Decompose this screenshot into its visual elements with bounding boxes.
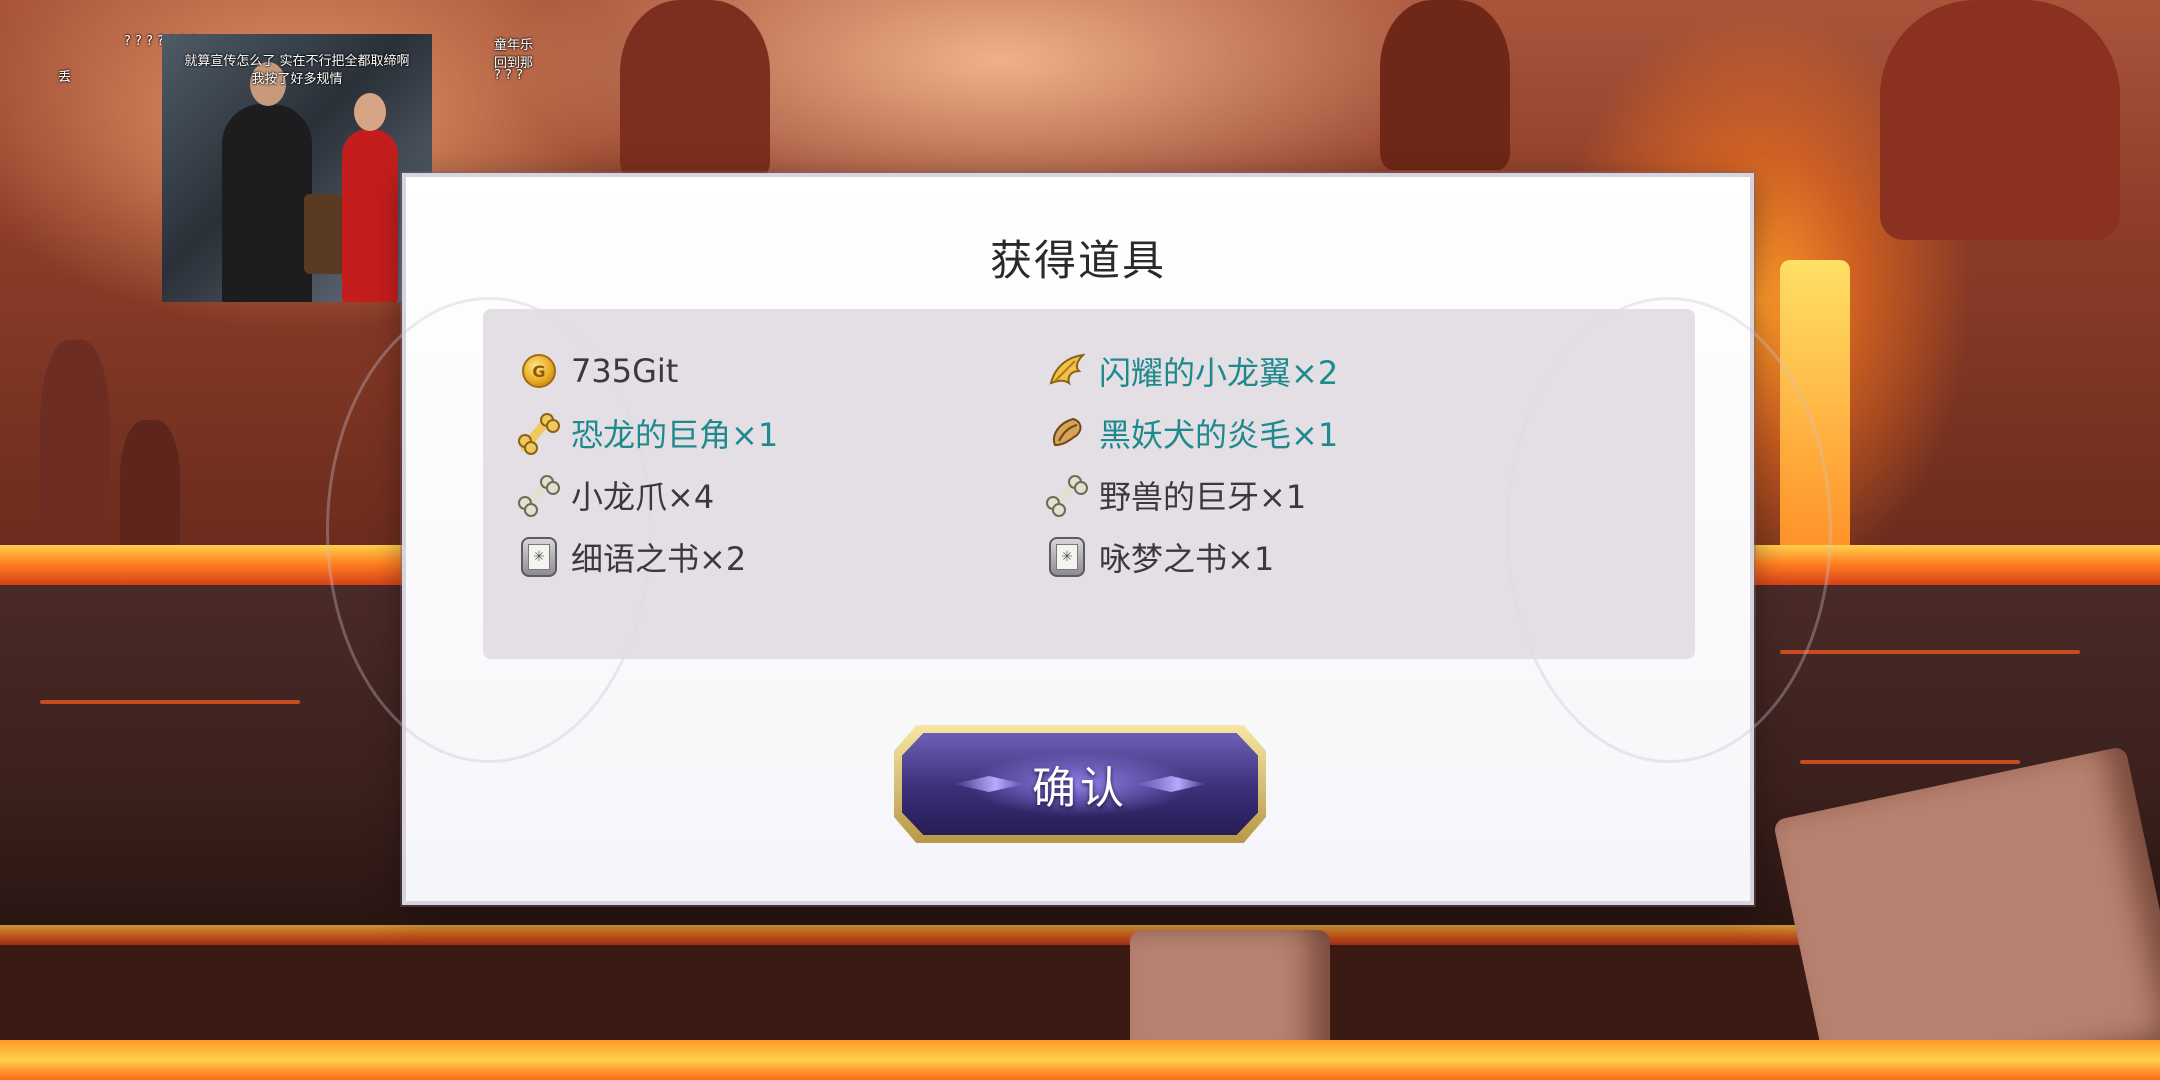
- video-person: [222, 62, 312, 302]
- reward-item-dragon-wing: 闪耀的小龙翼×2: [1045, 347, 1338, 395]
- reward-item-label: 咏梦之书×1: [1099, 540, 1275, 578]
- danmaku-comment: 丢: [58, 70, 72, 85]
- lava-crack: [1780, 650, 2080, 654]
- bone-claw-icon: [517, 473, 561, 517]
- confirm-button[interactable]: 确认: [894, 725, 1266, 843]
- book-icon: ✳: [1045, 535, 1089, 579]
- reward-item-dragon-claw: 小龙爪×4: [517, 471, 714, 519]
- danmaku-comment: 童年乐: [494, 38, 534, 53]
- reward-item-label: 细语之书×2: [571, 540, 747, 578]
- bone-fang-icon: [1045, 473, 1089, 517]
- reward-item-hound-fur: 黑妖犬的炎毛×1: [1045, 409, 1338, 457]
- reward-item-label: 小龙爪×4: [571, 478, 715, 516]
- danmaku-comment: ? ? ?: [494, 68, 523, 83]
- rock-pillar: [620, 0, 770, 180]
- reward-item-dino-horn: 恐龙的巨角×1: [517, 409, 778, 457]
- confirm-button-label: 确认: [1032, 763, 1128, 814]
- book-icon: ✳: [517, 535, 561, 579]
- rock-pillar: [1380, 0, 1510, 170]
- video-subtitle: 我按了好多规情: [251, 72, 343, 87]
- gold-coin-icon: G: [517, 349, 561, 393]
- item-reward-dialog: 获得道具 G 735Git 闪耀的小龙翼×2 恐龙的巨角×1 黑妖犬的炎毛×1 …: [326, 173, 1832, 905]
- video-subtitle: 就算宣传怎么了 实在不行把全都取缔啊: [184, 54, 410, 69]
- fur-scroll-icon: [1045, 411, 1089, 455]
- reward-item-beast-fang: 野兽的巨牙×1: [1045, 471, 1306, 519]
- rock-pillar: [120, 420, 180, 560]
- rock-pillar: [40, 340, 110, 550]
- reward-item-label: 闪耀的小龙翼×2: [1099, 354, 1339, 392]
- reward-item-label: 735Git: [571, 352, 679, 390]
- reward-item-label: 恐龙的巨角×1: [571, 416, 779, 454]
- rock-pillar: [1880, 0, 2120, 240]
- lava-crack: [1800, 760, 2020, 764]
- dialog-title: 获得道具: [989, 236, 1166, 285]
- video-overlay[interactable]: 就算宣传怎么了 实在不行把全都取缔啊 我按了好多规情: [162, 34, 432, 302]
- video-person: [342, 93, 398, 302]
- reward-item-dream-book: ✳ 咏梦之书×1: [1045, 533, 1274, 581]
- lava-pool: [0, 1040, 2160, 1080]
- dragon-wing-icon: [1045, 349, 1089, 393]
- lava-crack: [40, 700, 300, 704]
- bone-horn-icon: [517, 411, 561, 455]
- reward-item-gold: G 735Git: [517, 347, 678, 395]
- reward-item-label: 黑妖犬的炎毛×1: [1099, 416, 1339, 454]
- item-list-panel: G 735Git 闪耀的小龙翼×2 恐龙的巨角×1 黑妖犬的炎毛×1 小龙爪×4…: [483, 309, 1695, 659]
- reward-item-label: 野兽的巨牙×1: [1099, 478, 1307, 516]
- reward-item-whisper-book: ✳ 细语之书×2: [517, 533, 746, 581]
